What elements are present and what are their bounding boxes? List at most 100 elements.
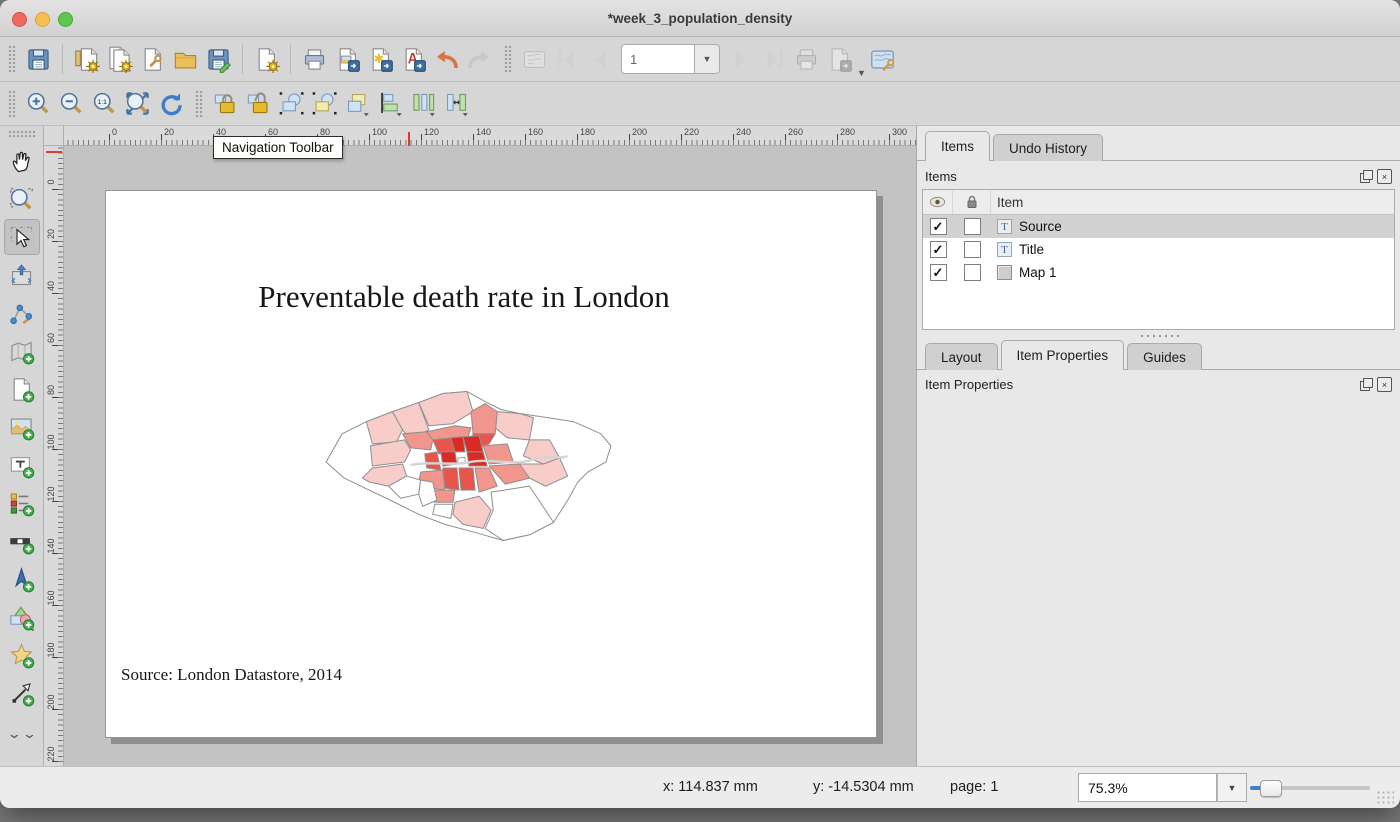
more-tools-chevron[interactable]: ⌄⌄ (6, 726, 37, 742)
export-as-svg-button[interactable] (364, 43, 397, 76)
next-feature-button[interactable] (724, 43, 757, 76)
close-panel-icon[interactable]: × (1377, 377, 1392, 392)
zoom-level-combobox[interactable]: 75.3% ▼ (1078, 773, 1247, 802)
page-setup-icon (253, 46, 280, 73)
visibility-checkbox[interactable] (930, 264, 947, 281)
tab-layout[interactable]: Layout (925, 343, 998, 370)
add-shape-tool[interactable] (4, 599, 40, 635)
lock-checkbox[interactable] (964, 241, 981, 258)
tab-undo-history[interactable]: Undo History (993, 134, 1103, 161)
add-items-from-template-button[interactable] (169, 43, 202, 76)
redo-button[interactable] (463, 43, 496, 76)
ruler-label: 0 (46, 174, 58, 190)
zoom-slider-handle[interactable] (1260, 780, 1282, 797)
previous-feature-button[interactable] (584, 43, 617, 76)
atlas-page-selector[interactable]: 1 ▼ (621, 44, 720, 74)
unlock-all-items-button[interactable] (242, 87, 275, 120)
export-atlas-caret[interactable]: ▼ (857, 68, 866, 81)
ruler-label: 160 (528, 127, 543, 137)
group-items-button[interactable] (275, 87, 308, 120)
new-layout-button[interactable] (70, 43, 103, 76)
resize-items-button[interactable] (440, 87, 473, 120)
toolbar-grip[interactable] (504, 45, 512, 73)
print-layout-button[interactable] (298, 43, 331, 76)
preview-atlas-button[interactable] (518, 43, 551, 76)
edit-nodes-item-tool[interactable] (4, 295, 40, 331)
next-icon (727, 46, 754, 73)
atlas-settings-button[interactable] (866, 43, 899, 76)
item-row-source[interactable]: Source (923, 215, 1394, 238)
add-label-tool[interactable] (4, 447, 40, 483)
zoom-in-button[interactable] (22, 87, 55, 120)
save-as-template-button[interactable] (202, 43, 235, 76)
last-feature-button[interactable] (757, 43, 790, 76)
lock-checkbox[interactable] (964, 218, 981, 235)
tab-items[interactable]: Items (925, 131, 990, 161)
close-panel-icon[interactable]: × (1377, 169, 1392, 184)
save-project-button[interactable] (22, 43, 55, 76)
duplicate-layout-button[interactable] (103, 43, 136, 76)
visibility-checkbox[interactable] (930, 241, 947, 258)
toolbar-grip[interactable] (195, 90, 203, 118)
export-as-image-button[interactable] (331, 43, 364, 76)
toolbar-grip[interactable] (8, 130, 36, 138)
add-legend-tool[interactable] (4, 485, 40, 521)
atlas-page-dropdown[interactable]: ▼ (695, 44, 720, 74)
zoom-slider[interactable] (1250, 786, 1370, 790)
group-icon (278, 90, 305, 117)
source-label-item[interactable]: Source: London Datastore, 2014 (121, 665, 342, 685)
add-north-arrow-tool[interactable] (4, 561, 40, 597)
map-item-icon (997, 265, 1012, 280)
print-atlas-button[interactable] (790, 43, 823, 76)
items-panel-title: Items (925, 169, 957, 184)
add-picture-tool[interactable] (4, 409, 40, 445)
zoom-full-icon (124, 90, 151, 117)
item-name: Source (1019, 219, 1062, 234)
tab-item-properties[interactable]: Item Properties (1001, 340, 1125, 370)
lock-selected-items-button[interactable] (209, 87, 242, 120)
panel-splitter[interactable] (1139, 333, 1179, 339)
toolbar-grip[interactable] (8, 90, 16, 118)
zoom-level-value[interactable]: 75.3% (1078, 773, 1217, 802)
layout-manager-button[interactable] (136, 43, 169, 76)
map-item[interactable] (314, 381, 616, 551)
title-label-item[interactable]: Preventable death rate in London (106, 279, 822, 315)
toolbar-grip[interactable] (8, 45, 16, 73)
add-map-tool[interactable] (4, 333, 40, 369)
layout-page[interactable]: Preventable death rate in London (105, 190, 877, 738)
select-move-item-tool[interactable] (4, 219, 40, 255)
window-resize-grip[interactable] (1376, 790, 1394, 804)
ruler-corner (44, 126, 64, 146)
zoom-out-button[interactable] (55, 87, 88, 120)
add-scale-bar-tool[interactable] (4, 523, 40, 559)
first-feature-button[interactable] (551, 43, 584, 76)
distribute-items-button[interactable] (407, 87, 440, 120)
zoom-actual-size-button[interactable]: 1:1 (88, 87, 121, 120)
move-item-content-tool[interactable] (4, 257, 40, 293)
ungroup-items-button[interactable] (308, 87, 341, 120)
add-marker-tool[interactable] (4, 637, 40, 673)
add-arrow-tool[interactable] (4, 675, 40, 711)
undo-icon (433, 46, 460, 73)
tab-guides[interactable]: Guides (1127, 343, 1202, 370)
layout-canvas[interactable]: Preventable death rate in London (64, 146, 916, 766)
raise-selected-items-button[interactable] (341, 87, 374, 120)
export-as-pdf-button[interactable] (397, 43, 430, 76)
pan-layout-tool[interactable] (4, 143, 40, 179)
lock-checkbox[interactable] (964, 264, 981, 281)
refresh-view-button[interactable] (154, 87, 187, 120)
item-row-title[interactable]: Title (923, 238, 1394, 261)
page-setup-button[interactable] (250, 43, 283, 76)
float-panel-icon[interactable] (1360, 170, 1373, 183)
add-3d-map-tool[interactable] (4, 371, 40, 407)
undo-button[interactable] (430, 43, 463, 76)
export-atlas-button[interactable] (823, 43, 856, 76)
zoom-full-extent-button[interactable] (121, 87, 154, 120)
qgis-layout-window: *week_3_population_density 1 ▼ ▼ (0, 0, 1400, 808)
zoom-dropdown-button[interactable]: ▼ (1217, 773, 1247, 802)
align-selected-items-button[interactable] (374, 87, 407, 120)
zoom-to-region-tool[interactable] (4, 181, 40, 217)
float-panel-icon[interactable] (1360, 378, 1373, 391)
visibility-checkbox[interactable] (930, 218, 947, 235)
item-row-map-1[interactable]: Map 1 (923, 261, 1394, 284)
